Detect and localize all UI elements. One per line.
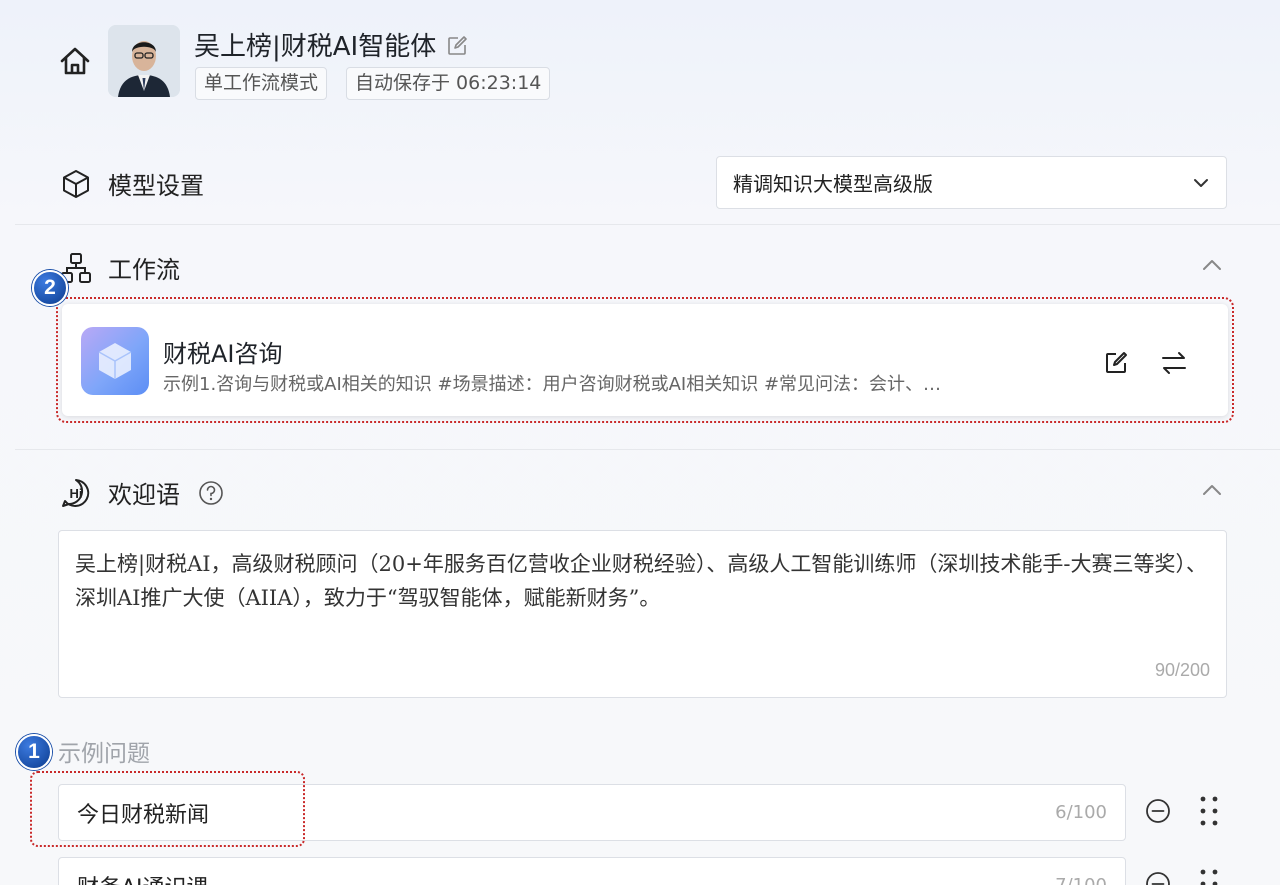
example-question-input[interactable]: 财务AI通识课 7/100 [58, 857, 1126, 885]
example-question-count: 7/100 [1055, 875, 1107, 885]
example-question-count: 6/100 [1055, 802, 1107, 823]
hi-icon: Hi [62, 478, 90, 507]
divider [15, 449, 1280, 450]
switch-workflow-icon[interactable] [1160, 350, 1188, 380]
home-icon[interactable] [58, 44, 92, 78]
autosave-tag: 自动保存于 06:23:14 [346, 67, 551, 100]
welcome-text: 吴上榜|财税AI，高级财税顾问（20+年服务百亿营收企业财税经验）、高级人工智能… [75, 552, 1207, 610]
agent-name: 吴上榜|财税AI智能体 [194, 32, 437, 62]
drag-handle-icon[interactable] [1198, 868, 1220, 885]
workflow-collapse-icon[interactable] [1199, 252, 1225, 278]
avatar [108, 25, 180, 97]
drag-handle-icon[interactable] [1198, 795, 1220, 827]
edit-workflow-icon[interactable] [1103, 350, 1129, 380]
model-settings-heading: 模型设置 [60, 166, 204, 201]
chevron-down-icon [1194, 178, 1208, 187]
workflow-heading: 工作流 [60, 250, 180, 285]
model-select-value: 精调知识大模型高级版 [733, 172, 933, 196]
step-badge-1: 1 [16, 734, 52, 770]
welcome-char-count: 90/200 [1154, 660, 1210, 680]
step-badge-2: 2 [32, 270, 68, 306]
workflow-cube-icon [81, 327, 149, 395]
remove-question-icon[interactable] [1145, 871, 1171, 885]
edit-name-icon[interactable] [446, 34, 468, 56]
workflow-description: 示例1.咨询与财税或AI相关的知识 #场景描述：用户咨询财税或AI相关知识 #常… [163, 374, 942, 395]
welcome-textarea[interactable]: 吴上榜|财税AI，高级财税顾问（20+年服务百亿营收企业财税经验）、高级人工智能… [58, 530, 1227, 698]
workflow-title: 工作流 [108, 256, 180, 284]
divider [15, 224, 1280, 225]
model-select[interactable]: 精调知识大模型高级版 [716, 156, 1227, 209]
svg-text:Hi: Hi [70, 486, 83, 501]
welcome-heading: Hi 欢迎语 [60, 475, 240, 510]
example-questions-label: 示例问题 [58, 741, 150, 767]
welcome-collapse-icon[interactable] [1199, 477, 1225, 503]
cube-icon [63, 169, 89, 198]
example-question-text: 财务AI通识课 [77, 870, 209, 885]
help-icon[interactable] [198, 480, 224, 506]
remove-question-icon[interactable] [1145, 798, 1171, 824]
welcome-title: 欢迎语 [108, 481, 180, 509]
example-highlight-box [30, 771, 305, 847]
agent-name-row: 吴上榜|财税AI智能体 [194, 26, 468, 63]
model-settings-title: 模型设置 [108, 172, 204, 200]
workflow-name: 财税AI咨询 [163, 340, 283, 368]
mode-tag: 单工作流模式 [195, 67, 328, 100]
